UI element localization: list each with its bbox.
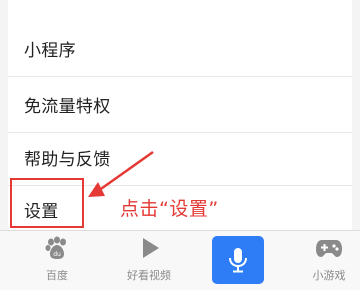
- nav-item-label: 小游戏: [312, 269, 346, 282]
- menu-item-label: 免流量特权: [24, 97, 111, 117]
- menu-item-mini-programs[interactable]: 小程序: [8, 21, 352, 77]
- nav-item-mini-games[interactable]: 小游戏: [284, 235, 360, 289]
- nav-item-label: 百度: [46, 269, 68, 282]
- annotation-text: 点击“设置”: [120, 198, 219, 220]
- menu-item-label: 小程序: [24, 41, 76, 61]
- menu-item-help-feedback[interactable]: 帮助与反馈: [8, 130, 352, 186]
- voice-search-button[interactable]: [212, 236, 264, 284]
- menu-item-label: 帮助与反馈: [24, 150, 111, 170]
- bottom-navigation: du 百度 好看视频 小游戏: [0, 230, 360, 290]
- play-icon: [135, 235, 163, 261]
- menu-item-label: 设置: [24, 201, 59, 222]
- nav-item-baidu[interactable]: du 百度: [12, 235, 102, 289]
- microphone-icon: [229, 248, 247, 273]
- gamepad-icon: [315, 235, 343, 261]
- baidu-paw-icon: du: [43, 235, 71, 261]
- menu-item-free-data[interactable]: 免流量特权: [8, 77, 352, 133]
- nav-item-label: 好看视频: [127, 269, 171, 282]
- nav-item-haokan-video[interactable]: 好看视频: [104, 235, 194, 289]
- svg-text:du: du: [53, 251, 61, 258]
- app-screen: 小程序 免流量特权 帮助与反馈 设置 点击“设置” du 百度 好看视频 小游戏: [0, 0, 360, 290]
